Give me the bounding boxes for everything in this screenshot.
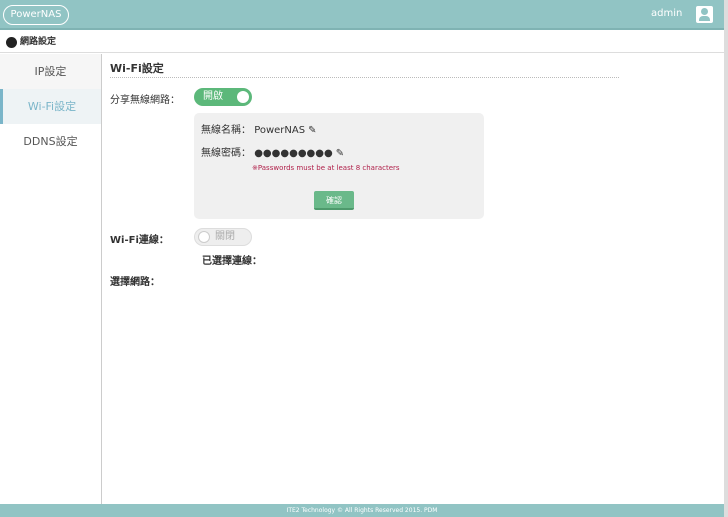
toggle-label: 關閉 — [215, 231, 235, 242]
breadcrumb: 網路設定 — [0, 32, 724, 53]
scrollbar[interactable] — [724, 0, 728, 517]
breadcrumb-label: 網路設定 — [20, 37, 57, 47]
username: admin — [651, 8, 683, 19]
select-network-label: 選擇網路： — [110, 277, 160, 288]
sidebar-item-ddns[interactable]: DDNS設定 — [0, 124, 101, 159]
share-wifi-toggle[interactable]: 開啟 — [194, 88, 252, 106]
ssid-value: PowerNAS — [254, 125, 306, 136]
wifi-connection-label: Wi-Fi連線： — [110, 235, 169, 246]
pencil-icon[interactable]: ✎ — [336, 148, 344, 159]
selected-connection-label: 已選擇連線： — [202, 256, 262, 267]
sidebar: IP設定 Wi-Fi設定 DDNS設定 — [0, 54, 102, 504]
footer: ITE2 Technology © All Rights Reserved 20… — [0, 504, 724, 517]
password-value: ●●●●●●●●● — [254, 148, 333, 159]
toggle-knob — [198, 231, 210, 243]
page-title: Wi-Fi設定 — [110, 60, 619, 78]
wifi-connection-toggle[interactable]: 關閉 — [194, 228, 252, 246]
powernas-logo[interactable]: PowerNAS — [3, 5, 69, 25]
password-label: 無線密碼： — [201, 148, 251, 159]
ssid-row: 無線名稱： PowerNAS ✎ — [201, 121, 316, 136]
globe-icon — [6, 37, 17, 48]
toggle-knob — [237, 91, 249, 103]
sidebar-item-ip[interactable]: IP設定 — [0, 54, 101, 89]
password-row: 無線密碼： ●●●●●●●●● ✎ — [201, 144, 344, 159]
pencil-icon[interactable]: ✎ — [308, 125, 316, 136]
ssid-label: 無線名稱： — [201, 125, 251, 136]
top-bar: PowerNAS admin — [0, 0, 724, 30]
share-wifi-label: 分享無線網路： — [110, 95, 180, 106]
sidebar-item-wifi[interactable]: Wi-Fi設定 — [0, 89, 101, 124]
toggle-label: 開啟 — [203, 91, 223, 102]
wifi-settings-panel: 無線名稱： PowerNAS ✎ 無線密碼： ●●●●●●●●● ✎ ※Passwo… — [194, 113, 484, 219]
user-icon[interactable] — [696, 6, 713, 23]
password-warning: ※Passwords must be at least 8 characters — [252, 164, 400, 172]
confirm-button[interactable]: 確認 — [314, 191, 354, 210]
